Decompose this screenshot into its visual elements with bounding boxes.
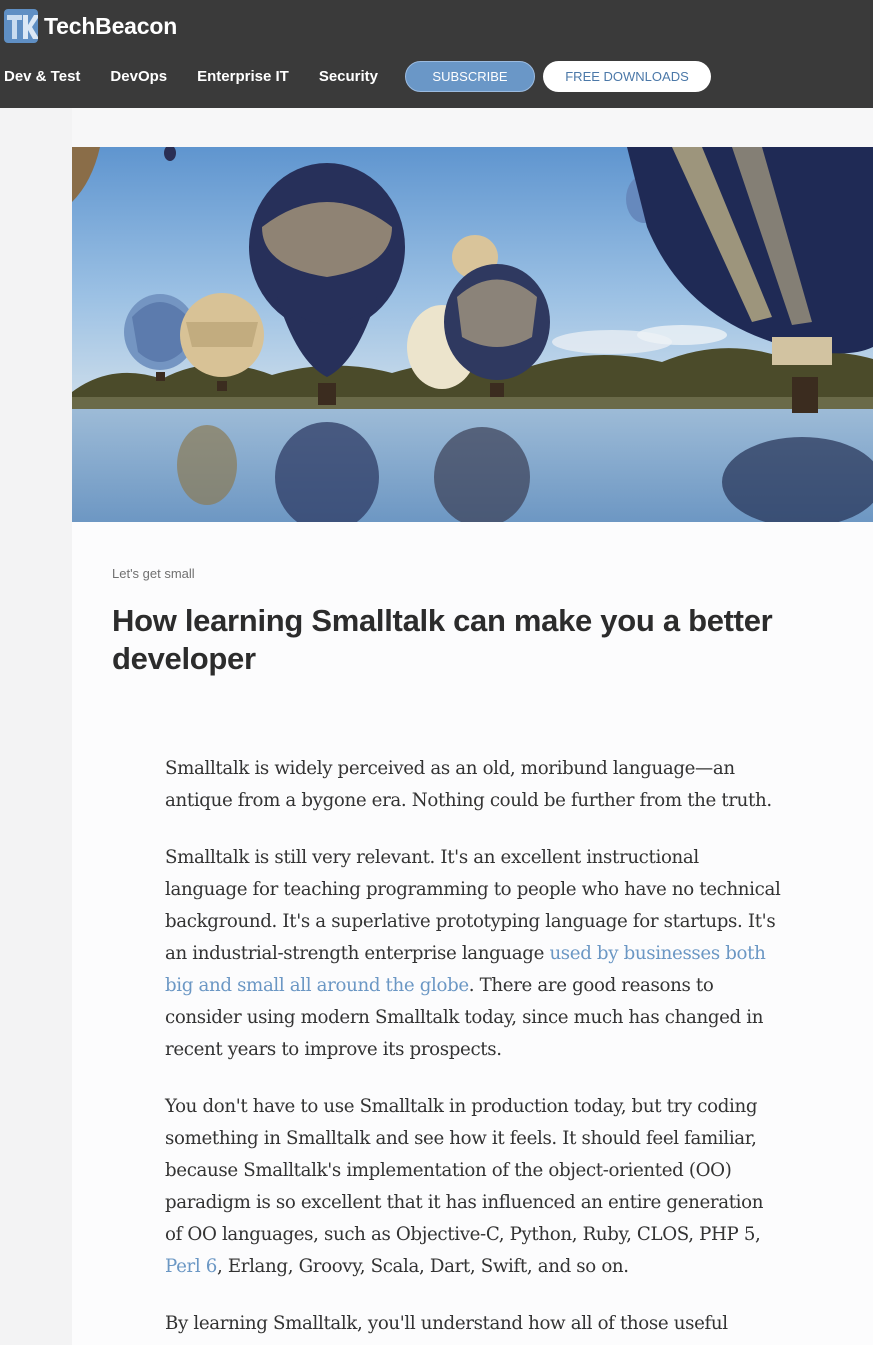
left-gutter xyxy=(0,108,72,1345)
free-downloads-button[interactable]: FREE DOWNLOADS xyxy=(543,61,711,92)
techbeacon-logo-icon xyxy=(4,9,38,43)
paragraph-3-text-b: , Erlang, Groovy, Scala, Dart, Swift, an… xyxy=(216,1256,629,1277)
perl6-link[interactable]: Perl 6 xyxy=(165,1256,217,1277)
main-nav: Dev & Test DevOps Enterprise IT Security xyxy=(0,60,408,92)
article-body: Smalltalk is widely perceived as an old,… xyxy=(165,753,785,1365)
article-kicker: Let's get small xyxy=(112,566,195,581)
site-header: TechBeacon Dev & Test DevOps Enterprise … xyxy=(0,0,873,108)
nav-enterprise-it[interactable]: Enterprise IT xyxy=(197,68,289,85)
hero-image-hot-air-balloons xyxy=(72,147,873,522)
site-logo[interactable]: TechBeacon xyxy=(4,9,177,43)
paragraph-4: By learning Smalltalk, you'll understand… xyxy=(165,1313,728,1334)
subscribe-button[interactable]: SUBSCRIBE xyxy=(405,61,535,92)
paragraph-3-text-a: You don't have to use Smalltalk in produ… xyxy=(165,1096,764,1245)
paragraph-3: You don't have to use Smalltalk in produ… xyxy=(165,1091,785,1283)
article-top-strip xyxy=(72,108,873,147)
nav-devops[interactable]: DevOps xyxy=(110,68,167,85)
paragraph-1: Smalltalk is widely perceived as an old,… xyxy=(165,758,772,811)
logo-wordmark: TechBeacon xyxy=(44,12,178,39)
nav-security[interactable]: Security xyxy=(319,68,378,85)
nav-dev-test[interactable]: Dev & Test xyxy=(4,68,80,85)
paragraph-2: Smalltalk is still very relevant. It's a… xyxy=(165,842,785,1066)
article-title: How learning Smalltalk can make you a be… xyxy=(112,603,773,676)
